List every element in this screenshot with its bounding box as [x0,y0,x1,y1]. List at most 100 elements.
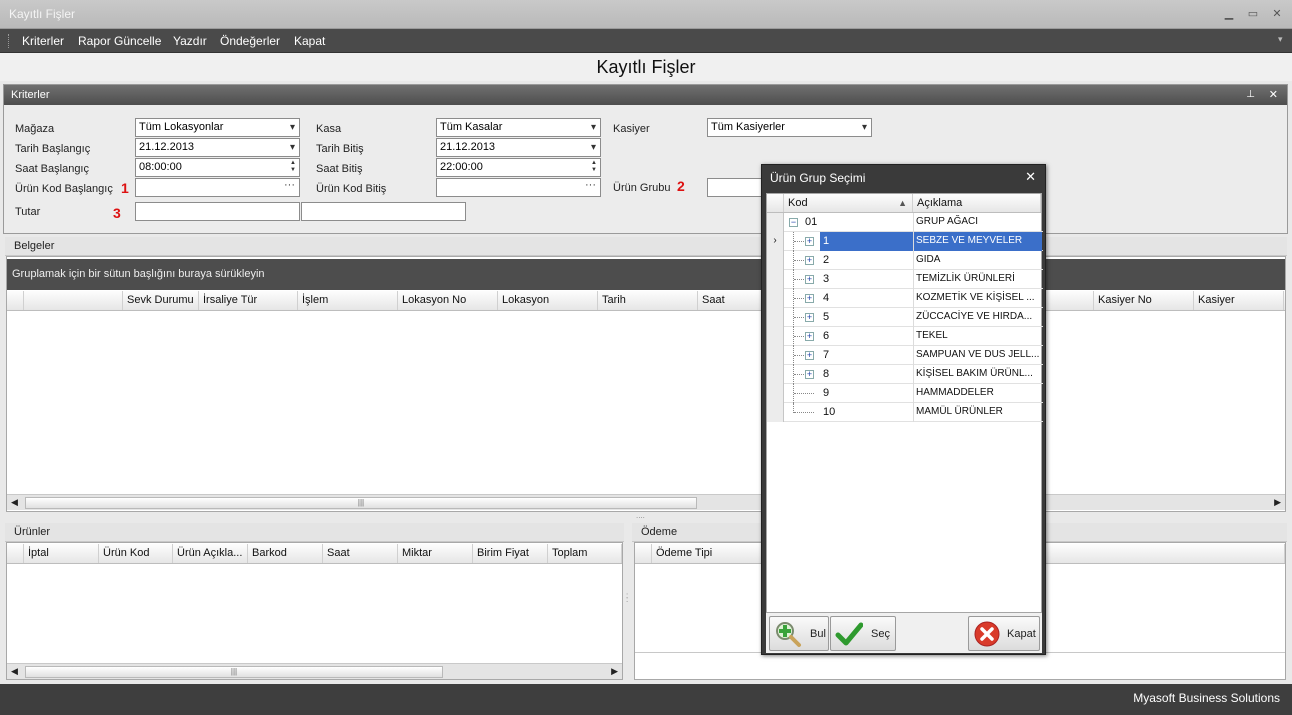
col-lokasyon-no[interactable]: Lokasyon No [398,291,498,310]
splitter-handle[interactable]: .... [636,512,656,520]
col-barkod[interactable]: Barkod [248,544,323,563]
col-islem[interactable]: İşlem [298,291,398,310]
col-kasiyer[interactable]: Kasiyer [1194,291,1284,310]
col-kasiyer-no[interactable]: Kasiyer No [1094,291,1194,310]
tree-row[interactable]: +6 TEKEL [767,327,1043,346]
kapat-button[interactable]: Kapat [968,616,1040,651]
row-indicator [767,308,784,327]
expand-icon[interactable]: + [805,237,814,246]
urun-kod-bitis-field[interactable]: ··· [436,178,601,197]
tree-row[interactable]: +4 KOZMETİK VE KİŞİSEL ... [767,289,1043,308]
spin-icon[interactable]: ▲ ▼ [591,160,597,174]
col-urun-aciklama[interactable]: Ürün Açıkla... [173,544,248,563]
tree-row[interactable]: +2 GIDA [767,251,1043,270]
scroll-thumb[interactable]: ||| [25,497,697,509]
minimize-icon[interactable]: ▁ [1222,7,1236,21]
row-indicator [767,365,784,384]
col-kod-label: Kod [788,197,808,209]
tree-row[interactable]: 10 MAMÜL ÜRÜNLER [767,403,1043,422]
scroll-right-icon[interactable]: ▶ [611,666,618,677]
saat-bitis-field[interactable]: 22:00:00 ▲ ▼ [436,158,601,177]
belgeler-hscrollbar[interactable]: ◀ ||| ▶ [7,494,1285,510]
belgeler-header: Belgeler [5,237,1287,256]
scroll-left-icon[interactable]: ◀ [11,666,18,677]
col-tarih[interactable]: Tarih [598,291,698,310]
urun-kod-baslangic-field[interactable]: ··· [135,178,300,197]
close-icon[interactable]: ✕ [1270,7,1284,21]
tarih-baslangic-field[interactable]: 21.12.2013 [135,138,300,157]
col-aciklama[interactable]: Açıklama [913,194,1041,212]
tree-aciklama: TEKEL [916,330,948,341]
menu-kriterler[interactable]: Kriterler [22,34,64,48]
search-icon [776,622,801,647]
col-urun-kod[interactable]: Ürün Kod [99,544,173,563]
tree-aciklama: SAMPUAN VE DUS JELL... [916,349,1040,360]
urun-grubu-field[interactable] [707,178,767,197]
col-blank[interactable] [24,291,123,310]
vertical-splitter-handle[interactable]: :: [626,592,630,608]
menu-rapor-guncelle[interactable]: Rapor Güncelle [78,34,161,48]
collapse-icon[interactable]: − [789,218,798,227]
menu-overflow-icon[interactable]: ▾ [1278,34,1283,45]
menu-kapat[interactable]: Kapat [294,34,325,48]
tutar-min-field[interactable] [135,202,300,221]
tutar-max-field[interactable] [301,202,466,221]
group-by-area[interactable]: Gruplamak için bir sütun başlığını buray… [7,259,1285,290]
browse-icon[interactable]: ··· [284,177,295,194]
tree-row[interactable]: 9 HAMMADDELER [767,384,1043,403]
tree-row[interactable]: +8 KİŞİSEL BAKIM ÜRÜNL... [767,365,1043,384]
tree-kod: 4 [823,292,830,304]
checkmark-icon [835,622,863,646]
col-saat[interactable]: Saat [323,544,398,563]
magaza-dropdown[interactable]: Tüm Lokasyonlar [135,118,300,137]
kasa-dropdown[interactable]: Tüm Kasalar [436,118,601,137]
maximize-icon[interactable]: ▭ [1246,7,1260,21]
expand-icon[interactable]: + [805,313,814,322]
menu-yazdir[interactable]: Yazdır [173,34,207,48]
tree-kod: 7 [823,349,830,361]
kriterler-header: Kriterler ⊥ ✕ [4,85,1287,105]
tree-row[interactable]: +7 SAMPUAN VE DUS JELL... [767,346,1043,365]
saat-baslangic-field[interactable]: 08:00:00 ▲ ▼ [135,158,300,177]
dialog-close-icon[interactable]: ✕ [1025,169,1036,185]
col-birim-fiyat[interactable]: Birim Fiyat [473,544,548,563]
spin-icon[interactable]: ▲ ▼ [290,160,296,174]
expand-icon[interactable]: + [805,275,814,284]
col-sevk-durumu[interactable]: Sevk Durumu [123,291,199,310]
col-irsaliye-tur[interactable]: İrsaliye Tür [199,291,298,310]
toolbar-grip[interactable] [8,34,11,48]
bul-button[interactable]: Bul [769,616,829,651]
tree-aciklama: KİŞİSEL BAKIM ÜRÜNL... [916,368,1033,379]
kasiyer-dropdown[interactable]: Tüm Kasiyerler [707,118,872,137]
col-lokasyon[interactable]: Lokasyon [498,291,598,310]
tree-row[interactable]: +3 TEMİZLİK ÜRÜNLERİ [767,270,1043,289]
panel-close-icon[interactable]: ✕ [1269,85,1278,105]
urunler-hscrollbar[interactable]: ◀ ||| ▶ [7,663,622,679]
col-toplam[interactable]: Toplam [548,544,622,563]
col-iptal[interactable]: İptal [24,544,99,563]
cell-divider [913,308,914,327]
expand-icon[interactable]: + [805,351,814,360]
tree-row[interactable]: −01 GRUP AĞACI [767,213,1043,232]
tree-row[interactable]: › +1 SEBZE VE MEYVELER [767,232,1043,251]
sec-button[interactable]: Seç [830,616,896,651]
scroll-thumb[interactable]: ||| [25,666,443,678]
expand-icon[interactable]: + [805,294,814,303]
tree-row[interactable]: +5 ZÜCCACİYE VE HIRDA... [767,308,1043,327]
menu-ondegerler[interactable]: Öndeğerler [220,34,280,48]
col-miktar[interactable]: Miktar [398,544,473,563]
tarih-bitis-field[interactable]: 21.12.2013 [436,138,601,157]
expand-icon[interactable]: + [805,332,814,341]
saat-baslangic-value: 08:00:00 [139,161,182,173]
row-indicator [767,251,784,270]
expand-icon[interactable]: + [805,256,814,265]
scroll-left-icon[interactable]: ◀ [11,497,18,508]
urun-grup-secimi-dialog: Ürün Grup Seçimi ✕ Kod ▲ Açıklama −01 GRU… [761,164,1046,655]
page-title: Kayıtlı Fişler [596,57,696,77]
expand-icon[interactable]: + [805,370,814,379]
col-kod[interactable]: Kod ▲ [784,194,913,212]
pin-icon[interactable]: ⊥ [1246,85,1255,105]
scroll-right-icon[interactable]: ▶ [1274,497,1281,508]
browse-icon[interactable]: ··· [585,177,596,194]
cell-divider [913,403,914,422]
